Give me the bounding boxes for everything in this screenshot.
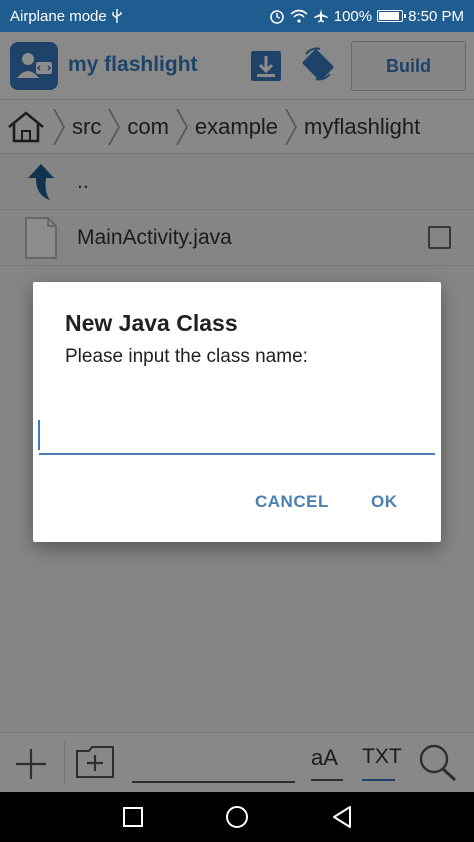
dialog-message: Please input the class name:	[65, 346, 308, 367]
navigation-bar	[0, 792, 474, 842]
alarm-icon	[269, 8, 285, 24]
usb-icon	[111, 9, 123, 23]
battery-icon	[377, 10, 407, 22]
status-bar: Airplane mode 100% 8:50 PM	[0, 0, 474, 32]
airplane-mode-text: Airplane mode	[10, 7, 107, 25]
airplane-icon	[313, 8, 329, 24]
text-caret	[38, 420, 40, 450]
dialog-title: New Java Class	[65, 310, 238, 336]
wifi-icon	[290, 9, 308, 23]
cancel-button[interactable]: CANCEL	[255, 492, 329, 512]
battery-percent: 100%	[333, 7, 373, 25]
new-java-class-dialog: New Java Class Please input the class na…	[33, 282, 441, 542]
home-button-icon[interactable]	[224, 804, 250, 830]
ok-button[interactable]: OK	[371, 492, 398, 512]
recent-apps-icon[interactable]	[120, 804, 146, 830]
clock: 8:50 PM	[408, 7, 464, 25]
class-name-input[interactable]	[39, 417, 435, 455]
back-icon[interactable]	[330, 804, 356, 830]
